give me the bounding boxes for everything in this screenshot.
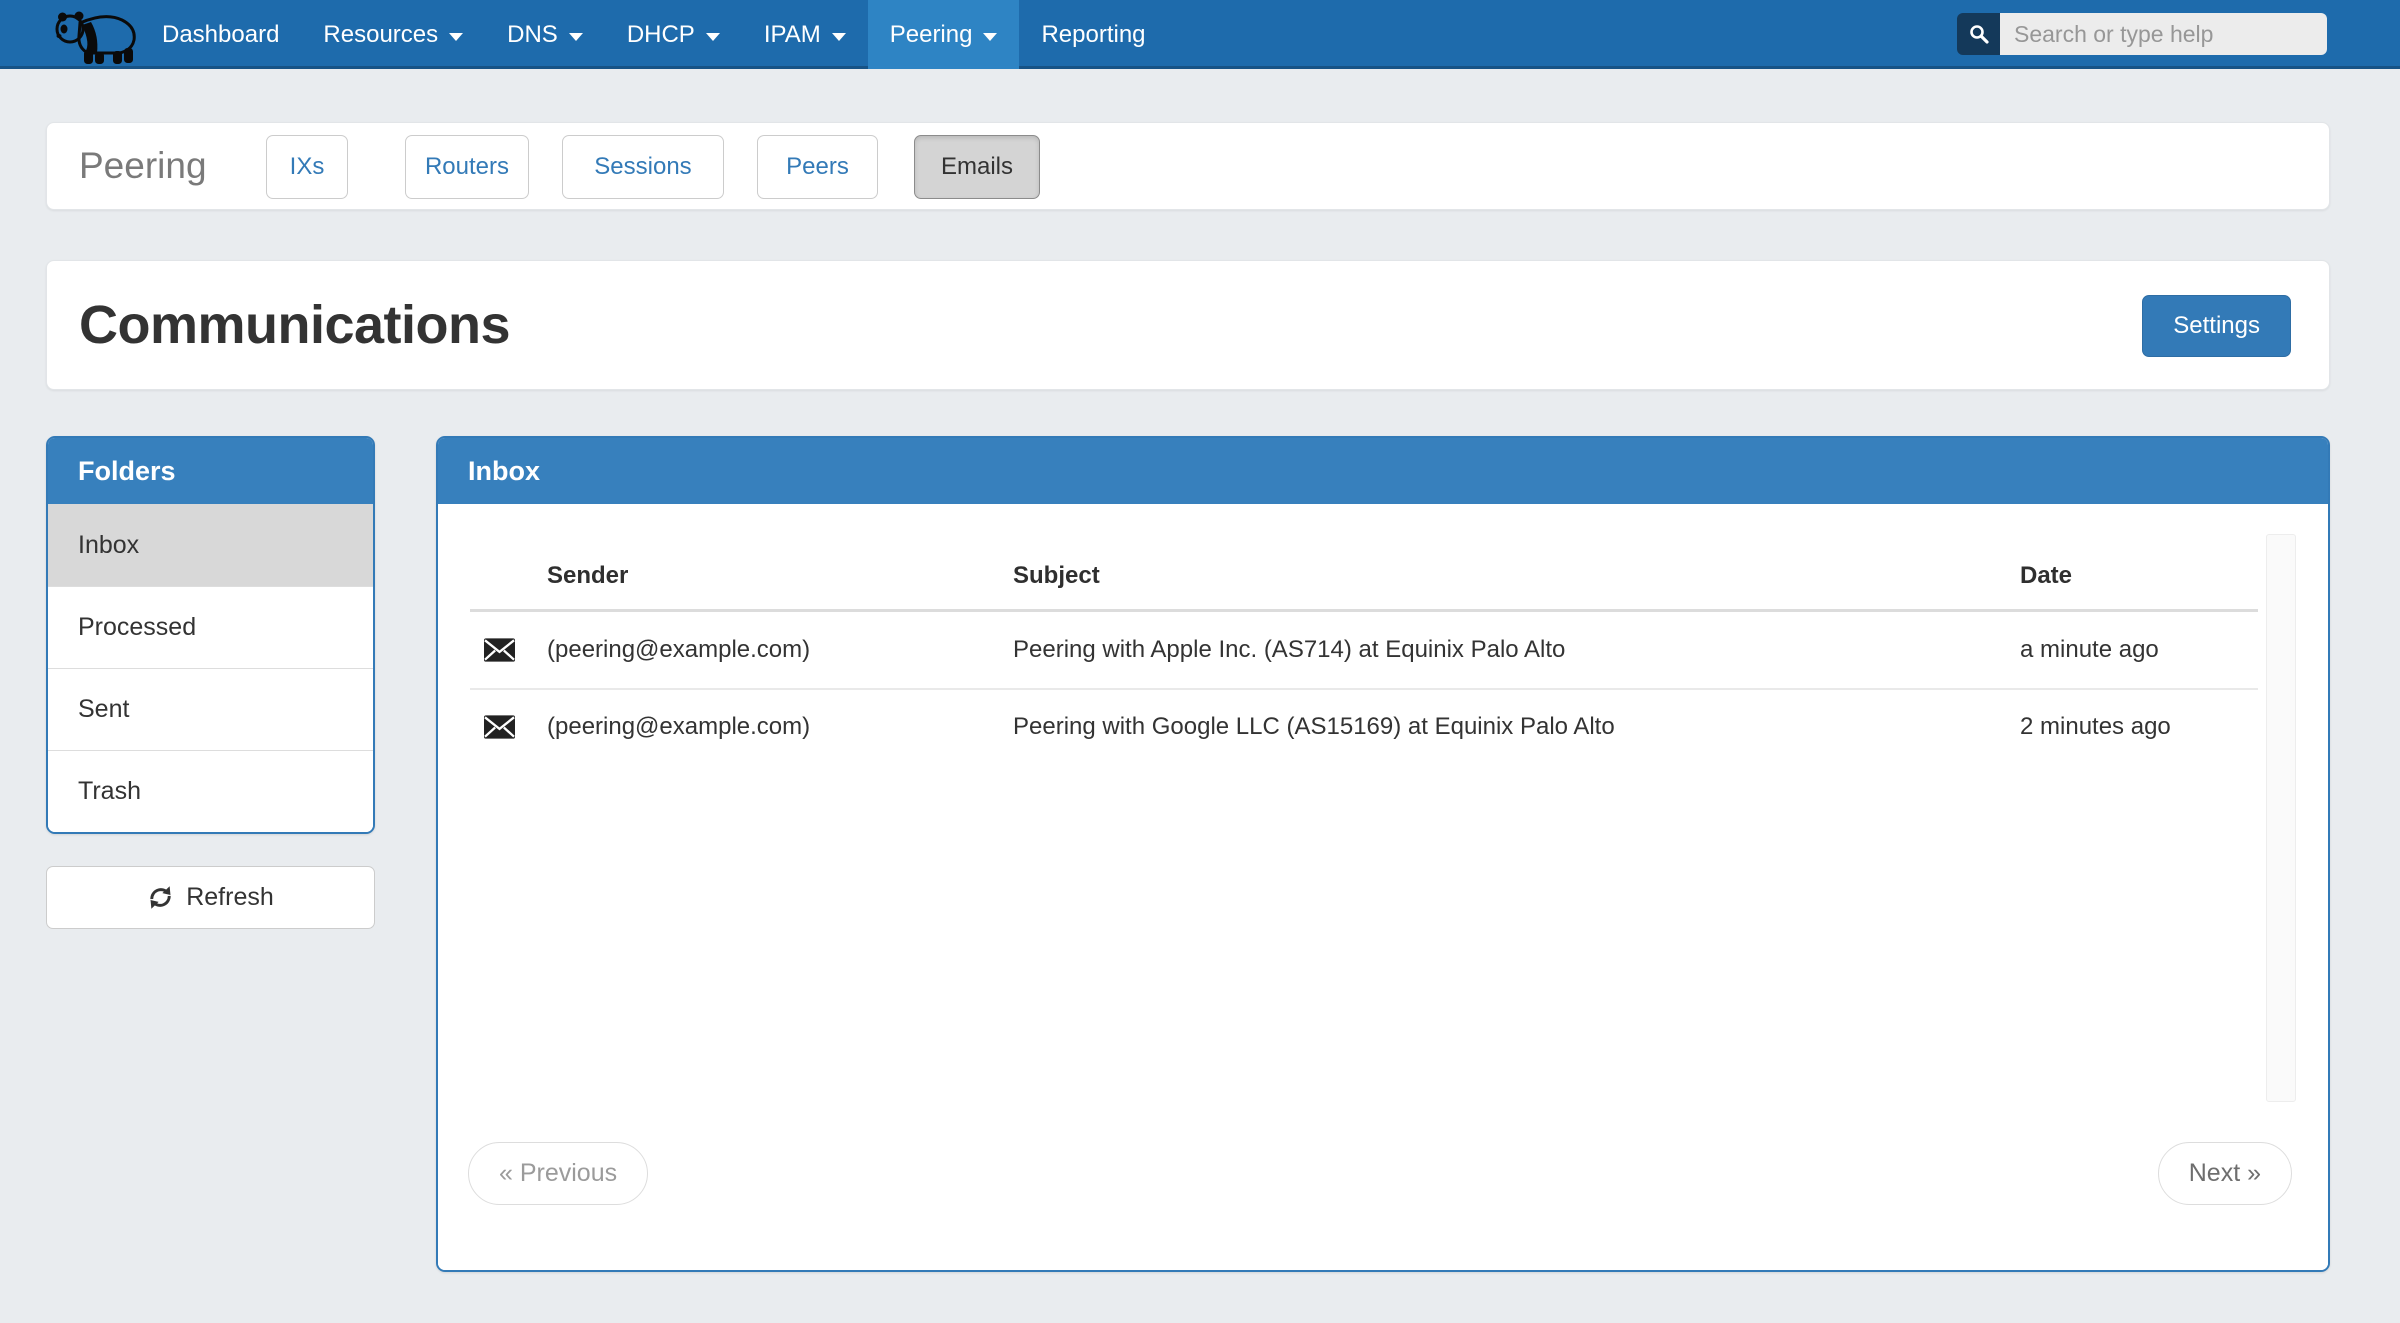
settings-button[interactable]: Settings: [2142, 295, 2291, 357]
search-icon: [1957, 13, 2000, 55]
folder-item-label: Sent: [78, 695, 129, 724]
inbox-panel-header: Inbox: [438, 438, 2328, 504]
tab-routers[interactable]: Routers: [405, 135, 529, 199]
folder-item-sent[interactable]: Sent: [48, 668, 373, 750]
folders-panel: Folders Inbox Processed Sent Trash: [46, 436, 375, 834]
page-header-panel: Communications Settings: [46, 260, 2330, 390]
nav-item-resources[interactable]: Resources: [301, 0, 485, 69]
folders-panel-header: Folders: [48, 438, 373, 504]
chevron-down-icon: [569, 33, 583, 41]
envelope-icon: [470, 715, 547, 739]
tab-ixs[interactable]: IXs: [266, 135, 348, 199]
row-sender: (peering@example.com): [547, 636, 1013, 664]
nav-menu: Dashboard Resources DNS DHCP IPAM Peerin…: [140, 0, 1168, 69]
chevron-down-icon: [983, 33, 997, 41]
next-page-button[interactable]: Next »: [2158, 1142, 2292, 1205]
envelope-icon: [470, 638, 547, 662]
chevron-down-icon: [449, 33, 463, 41]
nav-item-reporting[interactable]: Reporting: [1019, 0, 1167, 69]
refresh-button-label: Refresh: [186, 883, 274, 912]
nav-item-label: DHCP: [627, 21, 695, 49]
nav-item-label: Resources: [323, 21, 438, 49]
top-navbar: Dashboard Resources DNS DHCP IPAM Peerin…: [0, 0, 2400, 69]
refresh-icon: [147, 884, 174, 911]
folder-item-trash[interactable]: Trash: [48, 750, 373, 832]
panda-logo[interactable]: [50, 8, 140, 65]
nav-item-peering[interactable]: Peering: [868, 0, 1020, 69]
folder-item-processed[interactable]: Processed: [48, 586, 373, 668]
inbox-panel-body: Sender Subject Date (peering@example.com…: [438, 504, 2328, 1272]
nav-item-ipam[interactable]: IPAM: [742, 0, 868, 69]
row-sender: (peering@example.com): [547, 713, 1013, 741]
table-row[interactable]: (peering@example.com) Peering with Googl…: [470, 688, 2258, 764]
nav-item-label: DNS: [507, 21, 558, 49]
table-scrollbar[interactable]: [2266, 534, 2296, 1102]
chevron-down-icon: [706, 33, 720, 41]
row-subject: Peering with Apple Inc. (AS714) at Equin…: [1013, 636, 2020, 664]
previous-page-button[interactable]: « Previous: [468, 1142, 648, 1205]
app-window: Dashboard Resources DNS DHCP IPAM Peerin…: [0, 0, 2400, 1323]
nav-item-dns[interactable]: DNS: [485, 0, 605, 69]
nav-item-dhcp[interactable]: DHCP: [605, 0, 742, 69]
inbox-panel: Inbox Sender Subject Date: [436, 436, 2330, 1272]
tab-sessions[interactable]: Sessions: [562, 135, 724, 199]
chevron-down-icon: [832, 33, 846, 41]
nav-item-label: IPAM: [764, 21, 821, 49]
column-header-date: Date: [2020, 562, 2258, 590]
column-header-subject: Subject: [1013, 562, 2020, 590]
row-date: 2 minutes ago: [2020, 713, 2258, 741]
folder-item-label: Trash: [78, 777, 141, 806]
column-header-sender: Sender: [547, 562, 1013, 590]
nav-item-label: Reporting: [1041, 21, 1145, 49]
nav-item-label: Peering: [890, 21, 973, 49]
peering-tab-strip: Peering IXs Routers Sessions Peers Email…: [46, 122, 2330, 210]
page-title: Communications: [79, 294, 510, 356]
folder-item-label: Inbox: [78, 531, 139, 560]
refresh-button[interactable]: Refresh: [46, 866, 375, 929]
folder-item-label: Processed: [78, 613, 196, 642]
table-row[interactable]: (peering@example.com) Peering with Apple…: [470, 612, 2258, 688]
folder-item-inbox[interactable]: Inbox: [48, 504, 373, 586]
inbox-panel-title: Inbox: [468, 456, 540, 487]
folders-panel-title: Folders: [78, 456, 176, 487]
mail-table-header-row: Sender Subject Date: [470, 542, 2258, 612]
section-title: Peering: [79, 145, 207, 187]
search-input[interactable]: [2000, 13, 2327, 55]
tab-emails[interactable]: Emails: [914, 135, 1040, 199]
nav-item-label: Dashboard: [162, 21, 279, 49]
row-subject: Peering with Google LLC (AS15169) at Equ…: [1013, 713, 2020, 741]
navbar-search: [1957, 13, 2327, 55]
row-date: a minute ago: [2020, 636, 2258, 664]
mail-table: Sender Subject Date (peering@example.com…: [470, 542, 2258, 764]
tab-peers[interactable]: Peers: [757, 135, 878, 199]
nav-item-dashboard[interactable]: Dashboard: [140, 0, 301, 69]
